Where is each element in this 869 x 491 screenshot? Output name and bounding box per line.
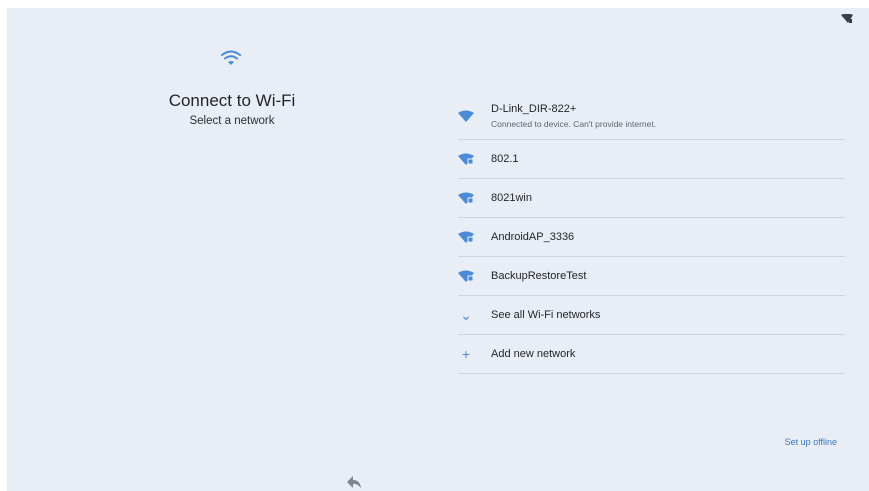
- network-name: 802.1: [491, 153, 519, 165]
- page-subtitle: Select a network: [189, 115, 275, 127]
- wifi-lock-icon: [458, 230, 474, 244]
- network-list: D-Link_DIR-822+ Connected to device. Can…: [458, 92, 845, 374]
- set-up-offline-link[interactable]: Set up offline: [785, 437, 837, 447]
- network-item[interactable]: 8021win: [458, 179, 845, 218]
- wifi-lock-icon: [458, 152, 474, 166]
- wifi-icon: [221, 50, 241, 65]
- chevron-down-icon: ⌄: [460, 306, 472, 323]
- wifi-lock-icon: [458, 269, 474, 283]
- network-text: D-Link_DIR-822+ Connected to device. Can…: [491, 103, 656, 129]
- network-item[interactable]: BackupRestoreTest: [458, 257, 845, 296]
- plus-icon: +: [461, 346, 471, 362]
- network-name: AndroidAP_3336: [491, 231, 575, 243]
- see-all-networks-button[interactable]: ⌄ See all Wi-Fi networks: [458, 296, 845, 335]
- page-title: Connect to Wi-Fi: [168, 91, 296, 110]
- back-icon[interactable]: [347, 476, 361, 488]
- network-name: 8021win: [491, 192, 532, 204]
- add-network-label: Add new network: [491, 348, 576, 360]
- network-name: BackupRestoreTest: [491, 270, 587, 282]
- setup-screen: Connect to Wi-Fi Select a network D-Link…: [7, 8, 869, 491]
- left-pane: Connect to Wi-Fi Select a network: [7, 8, 457, 491]
- network-name: D-Link_DIR-822+: [491, 102, 577, 115]
- network-status: Connected to device. Can't provide inter…: [491, 118, 657, 129]
- network-item[interactable]: 802.1: [458, 140, 845, 179]
- network-item[interactable]: AndroidAP_3336: [458, 218, 845, 257]
- wifi-icon: [458, 109, 474, 123]
- network-item[interactable]: D-Link_DIR-822+ Connected to device. Can…: [458, 92, 845, 140]
- wifi-lock-icon: [458, 191, 474, 205]
- wifi-status-icon: [841, 14, 853, 23]
- add-network-button[interactable]: + Add new network: [458, 335, 845, 374]
- see-all-label: See all Wi-Fi networks: [491, 309, 601, 321]
